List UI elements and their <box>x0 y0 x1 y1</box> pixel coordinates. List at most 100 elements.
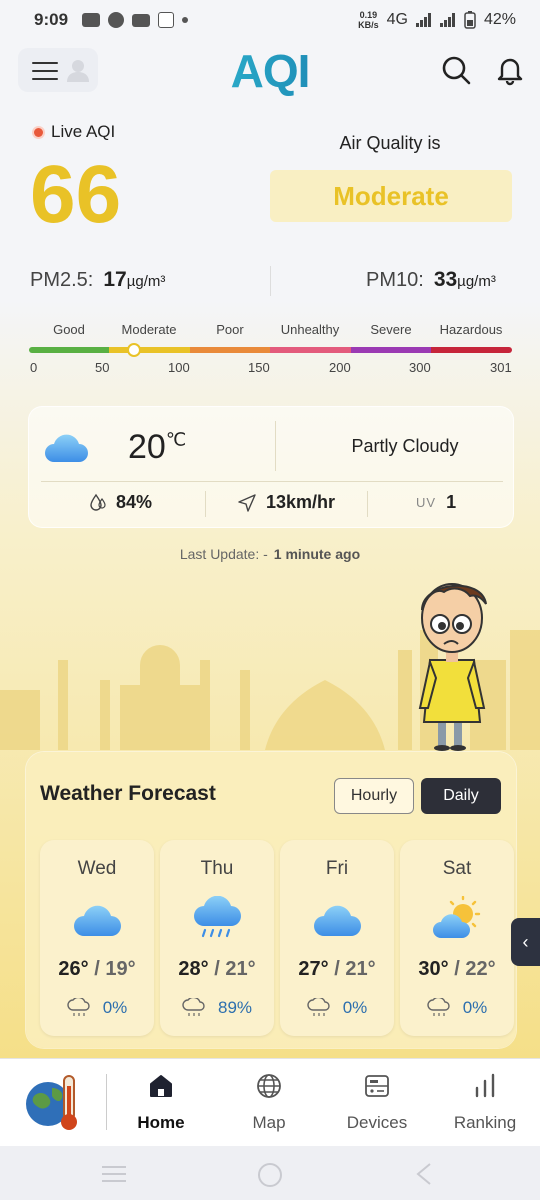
signal-icon <box>415 13 431 27</box>
signal-icon-2 <box>439 13 455 27</box>
status-time: 9:09 <box>34 10 69 29</box>
pm10-label: PM10: <box>366 269 424 291</box>
temperature-value: 20 <box>128 428 166 466</box>
scale-segment-hazardous <box>431 347 512 353</box>
precip-value: 0% <box>462 998 488 1017</box>
pm10-value: 33 <box>433 268 458 291</box>
forecast-title: Weather Forecast <box>40 782 216 805</box>
current-temperature: 20℃ <box>128 428 186 467</box>
rain-cloud-icon <box>307 998 330 1016</box>
nav-ranking[interactable]: Ranking <box>437 1070 533 1133</box>
net-speed: 0.19 KB/s <box>358 10 379 30</box>
day-high: 27° <box>298 958 329 980</box>
app-icon <box>108 12 125 28</box>
last-update: Last Update: - 1 minute ago <box>0 546 540 562</box>
back-button-icon[interactable] <box>414 1162 434 1186</box>
wind-value: 13km/hr <box>266 492 336 512</box>
wind: 13km/hr <box>238 492 335 513</box>
nav-home[interactable]: Home <box>113 1070 209 1133</box>
aqi-value: 66 <box>30 149 122 240</box>
forecast-day-sat[interactable]: Sat 30° / 22° 0% <box>400 840 514 1036</box>
temp-separator: / <box>208 958 226 980</box>
earth-thermometer-icon[interactable] <box>24 1070 86 1134</box>
menu-button[interactable] <box>18 48 98 92</box>
last-update-value: 1 minute ago <box>273 546 361 562</box>
recent-apps-icon[interactable] <box>100 1164 128 1184</box>
weather-divider <box>275 421 276 471</box>
air-quality-status: Moderate <box>270 170 512 222</box>
battery-icon <box>464 11 476 29</box>
scale-label-hazardous: Hazardous <box>439 322 503 337</box>
day-temperature: 28° / 21° <box>160 958 274 981</box>
temperature-unit: ℃ <box>165 429 187 450</box>
youtube-icon <box>132 13 151 27</box>
air-quality-label: Air Quality is <box>339 133 441 153</box>
day-name: Thu <box>200 858 234 879</box>
day-temperature: 27° / 21° <box>280 958 394 981</box>
scale-segment-severe <box>351 347 432 353</box>
home-button-icon[interactable] <box>257 1162 283 1188</box>
weather-divider <box>205 491 206 517</box>
status-bar: 9:09 0.19 KB/s 4G 42% <box>0 0 540 40</box>
cloud-icon <box>74 905 121 936</box>
live-aqi-label: Live AQI <box>34 122 115 142</box>
side-drawer-button[interactable]: ‹ <box>511 918 540 966</box>
scale-tick: 150 <box>248 360 270 375</box>
day-high: 30° <box>418 958 449 980</box>
humidity: 84% <box>90 492 152 513</box>
day-precipitation: 0% <box>400 998 514 1018</box>
logo-text: AQI <box>231 45 310 96</box>
bell-icon[interactable] <box>494 54 526 86</box>
precip-value: 0% <box>102 998 128 1017</box>
nav-devices-label: Devices <box>346 1113 408 1132</box>
scale-segment-good <box>29 347 110 353</box>
scale-tick: 0 <box>30 360 38 375</box>
scale-label-severe: Severe <box>370 322 412 337</box>
uv-index: UV 1 <box>416 492 456 513</box>
nav-map[interactable]: Map <box>221 1070 317 1133</box>
day-high: 26° <box>58 958 89 980</box>
nav-separator <box>106 1074 107 1130</box>
scale-tick: 100 <box>168 360 190 375</box>
temp-separator: / <box>448 958 466 980</box>
day-high: 28° <box>178 958 209 980</box>
mascot-illustration <box>418 583 487 751</box>
chevron-left-icon: ‹ <box>522 932 529 952</box>
search-icon[interactable] <box>440 54 472 86</box>
temp-separator: / <box>328 958 346 980</box>
pm25-reading: PM2.5: 17µg/m³ <box>30 268 165 292</box>
humidity-icon <box>90 493 106 511</box>
pm10-reading: PM10: 33µg/m³ <box>366 268 496 292</box>
hourly-toggle-button[interactable]: Hourly <box>334 778 414 814</box>
precip-value: 0% <box>342 998 368 1017</box>
ranking-icon <box>475 1073 495 1098</box>
rain-cloud-icon <box>194 896 241 938</box>
scale-segment-unhealthy <box>270 347 351 353</box>
sun-cloud-icon <box>433 896 481 938</box>
rain-cloud-icon <box>427 998 450 1016</box>
pm10-unit: µg/m³ <box>457 273 496 290</box>
battery-level: 42% <box>483 11 516 28</box>
scale-label-good: Good <box>53 322 85 337</box>
day-precipitation: 0% <box>280 998 394 1018</box>
forecast-day-wed[interactable]: Wed 26° / 19° 0% <box>40 840 154 1036</box>
nav-devices[interactable]: Devices <box>329 1070 425 1133</box>
aqi-logo: AQI <box>220 44 320 97</box>
day-temperature: 30° / 22° <box>400 958 514 981</box>
last-update-label: Last Update: - <box>179 546 268 562</box>
scale-tick: 50 <box>95 360 110 375</box>
daily-toggle-button[interactable]: Daily <box>421 778 501 814</box>
uv-value: 1 <box>446 492 457 512</box>
weather-description: Partly Cloudy <box>351 436 459 456</box>
live-dot-icon <box>34 127 43 137</box>
globe-icon <box>257 1074 281 1098</box>
forecast-day-thu[interactable]: Thu 28° / 21° 89% <box>160 840 274 1036</box>
humidity-value: 84% <box>116 492 153 512</box>
hamburger-icon <box>32 62 58 80</box>
day-name: Fri <box>325 858 349 879</box>
day-precipitation: 0% <box>40 998 154 1018</box>
cloud-icon <box>45 434 88 462</box>
wind-direction-icon <box>238 493 256 512</box>
forecast-day-fri[interactable]: Fri 27° / 21° 0% <box>280 840 394 1036</box>
system-navigation-bar <box>0 1146 540 1200</box>
